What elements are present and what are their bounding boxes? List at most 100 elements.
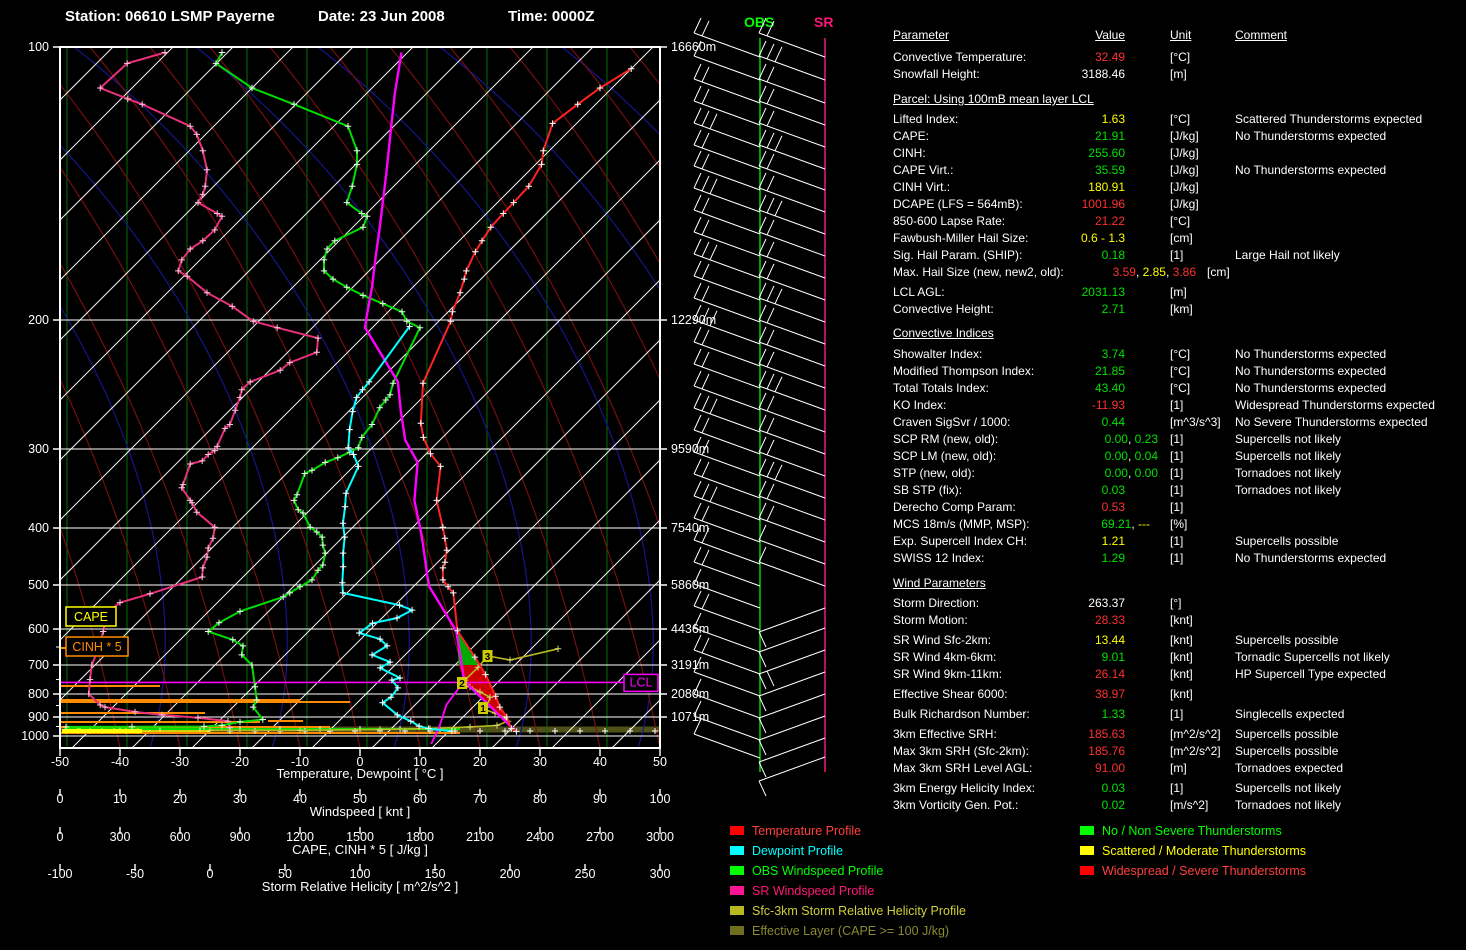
table-row-value: 0.03	[905, 781, 1125, 795]
table-row-value: 21.85	[905, 364, 1125, 378]
table-row-comment: Supercells possible	[1235, 633, 1339, 647]
table-row-value: 185.76	[905, 744, 1125, 758]
value-part: 3.59	[1112, 265, 1136, 279]
table-row-unit: [°]	[1170, 596, 1182, 610]
table-row-comment: Widespread Thunderstorms expected	[1235, 398, 1435, 412]
table-row-unit: [1]	[1170, 707, 1184, 721]
table-row-comment: Singlecells expected	[1235, 707, 1345, 721]
table-row-comment: No Severe Thunderstorms expected	[1235, 415, 1428, 429]
table-row-unit: [m]	[1170, 67, 1187, 81]
table-row-comment: HP Supercell Type expected	[1235, 667, 1386, 681]
table-row-unit: [knt]	[1170, 650, 1193, 664]
table-row-unit: [m^2/s^2]	[1170, 727, 1221, 741]
table-row-unit: [°C]	[1170, 112, 1191, 126]
table-row-comment: Tornadoes not likely	[1235, 466, 1342, 480]
table-row-unit: [J/kg]	[1170, 129, 1199, 143]
table-row-unit: [°C]	[1170, 381, 1191, 395]
table-row-value: 2.71	[905, 302, 1125, 316]
table-section-header: Parcel: Using 100mB mean layer LCL	[893, 92, 1094, 106]
value-part: 0.23	[1134, 432, 1158, 446]
table-header-comment: Comment	[1235, 28, 1288, 42]
table-row-value: 0.02	[905, 798, 1125, 812]
table-row-unit: [knt]	[1170, 667, 1193, 681]
table-row-comment: Scattered Thunderstorms expected	[1235, 112, 1423, 126]
table-row-value: 2031.13	[905, 285, 1125, 299]
legend-label: Dewpoint Profile	[752, 844, 844, 858]
table-row-value: 0.00, 0.23	[938, 432, 1158, 446]
table-row-unit: [km]	[1170, 302, 1193, 316]
table-row-value: -11.93	[905, 398, 1125, 412]
table-row-value: 1.29	[905, 551, 1125, 565]
value-part: 0.6 - 1.3	[1080, 231, 1125, 245]
value-part: ,	[1127, 466, 1135, 480]
table-row-value: 0.00, 0.00	[938, 466, 1158, 480]
table-row-comment: No Thunderstorms expected	[1235, 551, 1387, 565]
table-row-unit: [1]	[1170, 534, 1184, 548]
table-row-value: 0.44	[905, 415, 1125, 429]
table-row-unit: [°C]	[1170, 50, 1191, 64]
table-row-comment: No Thunderstorms expected	[1235, 381, 1387, 395]
table-row-unit: [m^2/s^2]	[1170, 744, 1221, 758]
value-part: 9.01	[1101, 650, 1125, 664]
legend-label: Sfc-3km Storm Relative Helicity Profile	[752, 904, 966, 918]
value-part: 0.00	[1104, 449, 1128, 463]
table-row-comment: Tornadoes not likely	[1235, 798, 1342, 812]
legend-swatch	[730, 866, 744, 875]
legend-label: SR Windspeed Profile	[752, 884, 875, 898]
value-part: ,	[1131, 517, 1138, 531]
table-header-parameter: Parameter	[893, 28, 950, 42]
table-row-value: 1001.96	[905, 197, 1125, 211]
table-row-comment: Supercells not likely	[1235, 781, 1342, 795]
table-row-value: 21.91	[905, 129, 1125, 143]
table-row-comment: No Thunderstorms expected	[1235, 347, 1387, 361]
legend-swatch	[730, 826, 744, 835]
value-part: 91.00	[1094, 761, 1125, 775]
table-row-unit: [1]	[1170, 781, 1184, 795]
value-part: ,	[1165, 265, 1173, 279]
table-row-value: 13.44	[905, 633, 1125, 647]
value-part: 2.71	[1101, 302, 1125, 316]
table-row-unit: [1]	[1170, 432, 1184, 446]
value-part: 1.21	[1101, 534, 1125, 548]
table-row-value: 28.33	[905, 613, 1125, 627]
table-row-unit: [1]	[1170, 398, 1184, 412]
table-row-value: 9.01	[905, 650, 1125, 664]
table-row-unit: [1]	[1170, 466, 1184, 480]
table-row-value: 69.21, ---	[930, 517, 1150, 531]
table-header-unit: Unit	[1170, 28, 1192, 42]
value-part: 0.03	[1101, 781, 1125, 795]
value-part: 21.22	[1094, 214, 1125, 228]
table-row-value: 180.91	[905, 180, 1125, 194]
table-row-unit: [°C]	[1170, 214, 1191, 228]
value-part: 35.59	[1094, 163, 1125, 177]
table-row-unit: [m]	[1170, 285, 1187, 299]
table-row-comment: Supercells possible	[1235, 744, 1339, 758]
table-row-unit: [1]	[1170, 483, 1184, 497]
value-part: ,	[1127, 432, 1135, 446]
table-row-unit: [°C]	[1170, 347, 1191, 361]
value-part: 3.86	[1172, 265, 1196, 279]
table-row-unit: [1]	[1170, 248, 1184, 262]
table-row-unit: [cm]	[1207, 265, 1230, 279]
table-row-unit: [J/kg]	[1170, 146, 1199, 160]
table-row-value: 263.37	[905, 596, 1125, 610]
legend-label: Scattered / Moderate Thunderstorms	[1102, 844, 1307, 858]
value-part: 3.74	[1101, 347, 1125, 361]
value-part: 3188.46	[1081, 67, 1125, 81]
table-row-value: 0.03	[905, 483, 1125, 497]
table-row-value: 0.53	[905, 500, 1125, 514]
table-row-comment: No Thunderstorms expected	[1235, 129, 1387, 143]
table-row-comment: Supercells not likely	[1235, 449, 1342, 463]
table-row-unit: [1]	[1170, 500, 1184, 514]
table-row-value: 91.00	[905, 761, 1125, 775]
table-row-unit: [J/kg]	[1170, 163, 1199, 177]
table-row-comment: Supercells not likely	[1235, 432, 1342, 446]
table-row-unit: [m]	[1170, 761, 1187, 775]
table-row-value: 32.49	[905, 50, 1125, 64]
value-part: 0.04	[1134, 449, 1158, 463]
table-row-comment: Large Hail not likely	[1235, 248, 1340, 262]
legend-label: Effective Layer (CAPE >= 100 J/kg)	[752, 924, 950, 938]
sounding-app-window: Station: 06610 LSMP Payerne Date: 23 Jun…	[0, 0, 1466, 950]
table-header-value: Value	[1095, 28, 1125, 42]
legend-swatch	[730, 926, 744, 935]
